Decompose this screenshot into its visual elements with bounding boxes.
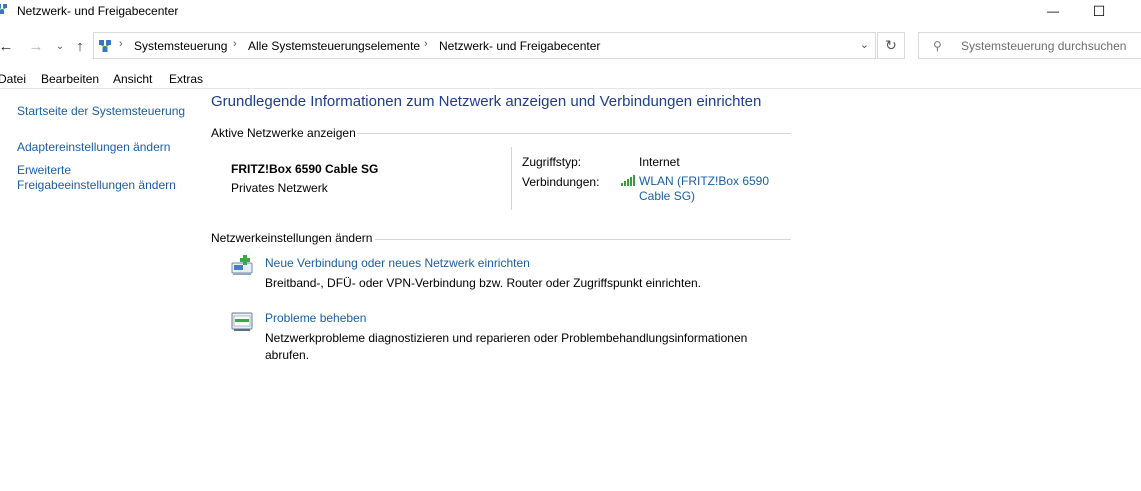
menu-bar: Datei Bearbeiten Ansicht Extras bbox=[0, 70, 1141, 89]
recent-locations-button[interactable]: ⌄ bbox=[52, 36, 68, 56]
minimize-icon: — bbox=[1047, 4, 1059, 18]
maximize-icon: ☐ bbox=[1092, 2, 1106, 19]
breadcrumb-item[interactable]: Systemsteuerung bbox=[134, 39, 227, 53]
address-dropdown-icon[interactable]: ⌄ bbox=[860, 38, 869, 51]
back-button[interactable]: ← bbox=[0, 36, 14, 56]
minimize-button[interactable]: — bbox=[1030, 0, 1076, 22]
section-divider bbox=[357, 133, 791, 134]
page-title: Grundlegende Informationen zum Netzwerk … bbox=[211, 93, 762, 110]
control-panel-icon bbox=[99, 40, 111, 52]
refresh-button[interactable]: ↻ bbox=[877, 32, 905, 59]
setup-new-connection-description: Breitband-, DFÜ- oder VPN-Verbindung bzw… bbox=[265, 276, 701, 290]
back-arrow-icon: ← bbox=[0, 37, 14, 55]
maximize-button[interactable]: ☐ bbox=[1076, 0, 1122, 22]
up-arrow-icon: ↑ bbox=[76, 37, 84, 55]
wlan-connection-link[interactable]: WLAN (FRITZ!Box 6590 Cable SG) bbox=[639, 174, 779, 204]
address-bar[interactable]: › Systemsteuerung › Alle Systemsteuerung… bbox=[93, 32, 876, 59]
troubleshoot-link[interactable]: Probleme beheben bbox=[265, 311, 366, 325]
access-type-value: Internet bbox=[639, 155, 680, 169]
breadcrumb-separator-icon: › bbox=[119, 38, 123, 50]
change-settings-heading: Netzwerkeinstellungen ändern bbox=[211, 231, 373, 245]
wifi-signal-icon bbox=[621, 175, 635, 186]
forward-button[interactable]: → bbox=[28, 36, 44, 56]
section-divider bbox=[375, 239, 791, 240]
breadcrumb-item[interactable]: Netzwerk- und Freigabecenter bbox=[439, 39, 600, 53]
troubleshoot-description: Netzwerkprobleme diagnostizieren und rep… bbox=[265, 331, 748, 362]
menu-view[interactable]: Ansicht bbox=[113, 72, 152, 86]
search-icon: ⚲ bbox=[933, 39, 942, 53]
navigation-bar: ← → ⌄ ↑ › Systemsteuerung › Alle Systems… bbox=[0, 32, 1141, 60]
search-box[interactable]: ⚲ Systemsteuerung durchsuchen bbox=[918, 32, 1141, 59]
access-type-label: Zugriffstyp: bbox=[522, 155, 582, 169]
network-type: Privates Netzwerk bbox=[231, 181, 328, 195]
menu-file[interactable]: Datei bbox=[0, 72, 26, 86]
connections-label: Verbindungen: bbox=[522, 175, 600, 189]
forward-arrow-icon: → bbox=[28, 37, 44, 55]
sidebar-link-home[interactable]: Startseite der Systemsteuerung bbox=[17, 104, 185, 119]
breadcrumb-item[interactable]: Alle Systemsteuerungselemente bbox=[248, 39, 420, 53]
network-name: FRITZ!Box 6590 Cable SG bbox=[231, 162, 379, 176]
new-connection-icon bbox=[231, 255, 253, 275]
search-input[interactable]: Systemsteuerung durchsuchen bbox=[961, 39, 1126, 53]
troubleshoot-icon bbox=[231, 312, 253, 331]
network-center-icon bbox=[0, 4, 7, 14]
up-button[interactable]: ↑ bbox=[72, 36, 88, 56]
refresh-icon: ↻ bbox=[885, 37, 897, 53]
breadcrumb-separator-icon: › bbox=[233, 38, 237, 50]
chevron-down-icon: ⌄ bbox=[55, 40, 65, 52]
sidebar-link-advanced-sharing[interactable]: Erweiterte Freigabeeinstellungen ändern bbox=[17, 163, 182, 193]
active-networks-heading: Aktive Netzwerke anzeigen bbox=[211, 126, 356, 140]
setup-new-connection-link[interactable]: Neue Verbindung oder neues Netzwerk einr… bbox=[265, 256, 530, 270]
menu-extras[interactable]: Extras bbox=[169, 72, 203, 86]
breadcrumb-separator-icon: › bbox=[424, 38, 428, 50]
vertical-divider bbox=[511, 147, 512, 210]
title-bar: Netzwerk- und Freigabecenter — ☐ bbox=[0, 0, 1141, 22]
menu-edit[interactable]: Bearbeiten bbox=[41, 72, 99, 86]
window-title: Netzwerk- und Freigabecenter bbox=[17, 4, 179, 18]
sidebar-link-adapter-settings[interactable]: Adaptereinstellungen ändern bbox=[17, 140, 170, 155]
